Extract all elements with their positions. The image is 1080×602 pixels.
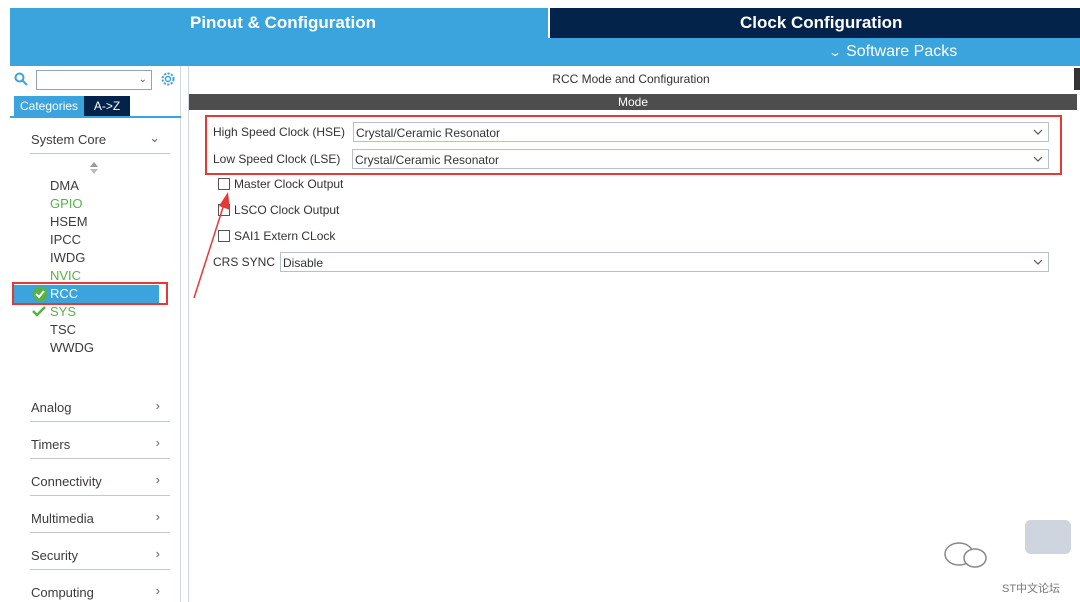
top-tab-bar: Pinout & Configuration Clock Configurati… <box>10 8 1080 38</box>
chevron-right-icon: › <box>155 398 160 413</box>
page-title: RCC Mode and Configuration <box>552 72 710 86</box>
tab-a-to-z[interactable]: A->Z <box>84 96 131 116</box>
peripheral-ipcc[interactable]: IPCC <box>50 231 81 249</box>
lse-select[interactable]: Crystal/Ceramic Resonator <box>352 149 1049 169</box>
crs-sync-value: Disable <box>283 256 324 270</box>
peripheral-iwdg[interactable]: IWDG <box>50 249 85 267</box>
crs-sync-select[interactable]: Disable <box>280 252 1049 272</box>
group-label: Connectivity <box>31 474 102 489</box>
group-system-core[interactable]: System Core ⌄ <box>30 124 170 154</box>
chevron-down-icon: ⌄ <box>149 130 160 145</box>
group-timers[interactable]: Timers › <box>30 429 170 459</box>
peripheral-dma[interactable]: DMA <box>50 177 79 195</box>
gear-icon[interactable] <box>160 71 176 87</box>
group-multimedia[interactable]: Multimedia › <box>30 503 170 533</box>
chevron-down-icon[interactable]: ⌄ <box>139 74 147 85</box>
hse-select[interactable]: Crystal/Ceramic Resonator <box>353 122 1049 142</box>
mco-checkbox[interactable] <box>218 178 230 190</box>
group-label: Timers <box>31 437 71 452</box>
sai1-label: SAI1 Extern CLock <box>234 229 336 243</box>
peripheral-wwdg[interactable]: WWDG <box>50 339 94 357</box>
watermark: ST中文论坛 <box>935 518 1080 602</box>
software-packs-menu[interactable]: ⌄ Software Packs <box>827 38 958 66</box>
chevron-right-icon: › <box>155 583 160 598</box>
hse-value: Crystal/Ceramic Resonator <box>356 126 501 140</box>
peripheral-label: SYS <box>50 304 77 319</box>
group-connectivity[interactable]: Connectivity › <box>30 466 170 496</box>
chevron-down-icon <box>1033 129 1043 135</box>
chat-bubble-icon <box>1025 520 1071 554</box>
sub-toolbar: ⌄ Software Packs <box>10 38 1080 66</box>
group-label: Security <box>31 548 78 563</box>
peripheral-gpio[interactable]: GPIO <box>50 195 83 213</box>
tab-pinout-configuration[interactable]: Pinout & Configuration <box>10 8 548 38</box>
mco-label: Master Clock Output <box>234 177 344 191</box>
chevron-down-icon <box>1033 259 1043 265</box>
chevron-down-icon <box>1033 156 1043 162</box>
peripheral-nvic[interactable]: NVIC <box>50 267 81 285</box>
group-label: Analog <box>31 400 72 415</box>
chevron-right-icon: › <box>155 546 160 561</box>
scrollbar[interactable] <box>1074 68 1080 90</box>
chevron-right-icon: › <box>155 472 160 487</box>
tab-clock-configuration[interactable]: Clock Configuration <box>550 8 1080 38</box>
chevron-right-icon: › <box>155 509 160 524</box>
search-icon[interactable] <box>14 72 28 86</box>
peripheral-tsc[interactable]: TSC <box>50 321 76 339</box>
lsco-label: LSCO Clock Output <box>234 203 340 217</box>
group-label: System Core <box>31 132 107 147</box>
search-input[interactable]: ⌄ <box>36 70 152 90</box>
group-label: Computing <box>31 585 94 600</box>
lse-value: Crystal/Ceramic Resonator <box>355 153 500 167</box>
sort-icon[interactable] <box>90 162 98 174</box>
sidebar: ⌄ Categories A->Z System Core ⌄ DMA GPIO… <box>10 66 181 602</box>
peripheral-rcc[interactable]: RCC <box>14 285 159 303</box>
lse-label: Low Speed Clock (LSE) <box>213 152 341 166</box>
ok-check-icon <box>32 286 48 302</box>
category-tabs: Categories A->Z <box>14 96 131 116</box>
mode-header: Mode <box>189 94 1077 110</box>
group-security[interactable]: Security › <box>30 540 170 570</box>
hse-label: High Speed Clock (HSE) <box>213 125 346 139</box>
chevron-down-icon: ⌄ <box>827 45 843 59</box>
tab-categories[interactable]: Categories <box>14 96 85 116</box>
group-analog[interactable]: Analog › <box>30 392 170 422</box>
wechat-icon <box>944 542 987 568</box>
group-label: Multimedia <box>31 511 94 526</box>
annotation-arrow <box>193 192 230 299</box>
group-computing[interactable]: Computing › <box>30 577 170 602</box>
peripheral-label: RCC <box>50 286 79 301</box>
software-packs-label: Software Packs <box>846 43 958 60</box>
chevron-right-icon: › <box>155 435 160 450</box>
peripheral-hsem[interactable]: HSEM <box>50 213 88 231</box>
peripheral-sys[interactable]: SYS <box>32 303 77 321</box>
search-row: ⌄ <box>14 70 179 90</box>
watermark-brand: ST中文论坛 <box>1002 583 1061 595</box>
divider <box>10 116 181 118</box>
check-icon <box>32 306 46 317</box>
